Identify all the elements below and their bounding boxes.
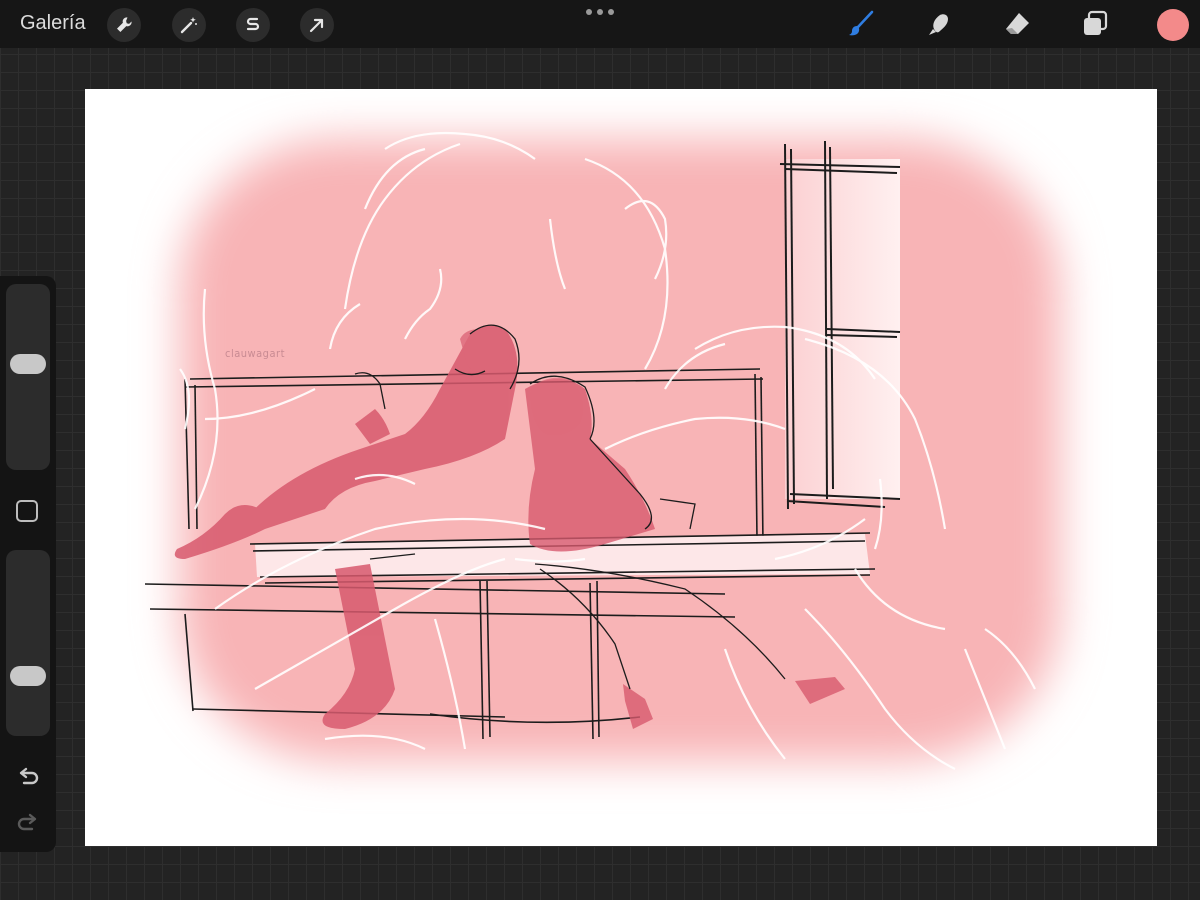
selection-icon [246, 17, 260, 31]
watermark-text: clauwagart [225, 347, 285, 360]
brush-opacity-thumb[interactable] [10, 666, 46, 687]
magic-wand-icon [180, 17, 197, 34]
wrench-icon [117, 17, 132, 32]
left-sidebar [0, 276, 56, 852]
brush-size-thumb[interactable] [10, 354, 46, 375]
brush-size-slider[interactable] [6, 284, 50, 470]
eraser-tool-button[interactable] [1000, 7, 1034, 41]
brush-tool-button[interactable] [844, 7, 878, 41]
undo-icon[interactable] [15, 764, 41, 790]
pink-wash [180, 139, 1060, 761]
smudge-icon [929, 14, 948, 35]
dot-icon [608, 9, 614, 15]
color-picker-button[interactable] [1157, 9, 1189, 41]
layers-icon [1084, 10, 1108, 35]
modify-button[interactable] [16, 500, 38, 522]
adjustments-button[interactable] [172, 8, 206, 42]
top-toolbar: Galería [0, 0, 1200, 48]
brush-icon [849, 10, 874, 36]
more-options-button[interactable] [586, 8, 614, 16]
eraser-icon [1006, 13, 1029, 34]
smudge-tool-button[interactable] [922, 7, 956, 41]
layers-button[interactable] [1078, 7, 1112, 41]
dot-icon [586, 9, 592, 15]
drawing-canvas[interactable]: clauwagart [85, 89, 1157, 846]
actions-button[interactable] [107, 8, 141, 42]
gallery-button[interactable]: Galería [20, 12, 86, 35]
dot-icon [597, 9, 603, 15]
redo-icon[interactable] [15, 810, 41, 836]
transform-button[interactable] [300, 8, 334, 42]
brush-opacity-slider[interactable] [6, 550, 50, 736]
selection-button[interactable] [236, 8, 270, 42]
artwork [144, 131, 1060, 770]
transform-arrow-icon [309, 18, 324, 33]
